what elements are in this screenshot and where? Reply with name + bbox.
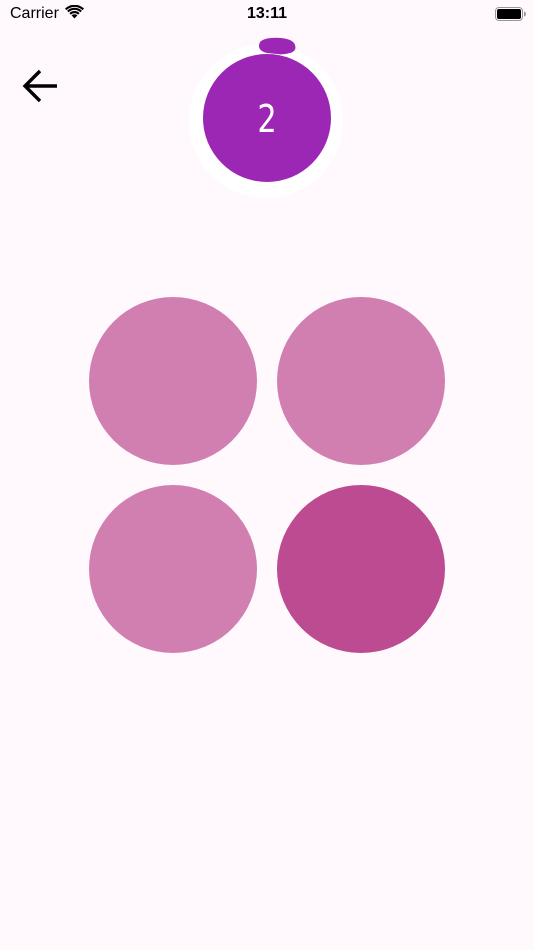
status-bar: Carrier 13:11 bbox=[0, 0, 534, 28]
clock-time: 13:11 bbox=[246, 5, 288, 22]
battery-full-icon bbox=[495, 7, 527, 21]
bubble-top-right[interactable] bbox=[277, 297, 445, 465]
countdown-timer: 2 bbox=[189, 36, 345, 198]
bubble-bottom-right[interactable] bbox=[277, 485, 445, 653]
arrow-left-icon bbox=[22, 69, 57, 103]
game-screen: Carrier 13:11 2 bbox=[0, 0, 534, 950]
timer-count: 2 bbox=[257, 97, 277, 141]
bubble-top-left[interactable] bbox=[89, 297, 257, 465]
bubble-bottom-left[interactable] bbox=[89, 485, 257, 653]
back-button[interactable] bbox=[18, 64, 62, 108]
timer-face: 2 bbox=[203, 54, 331, 182]
